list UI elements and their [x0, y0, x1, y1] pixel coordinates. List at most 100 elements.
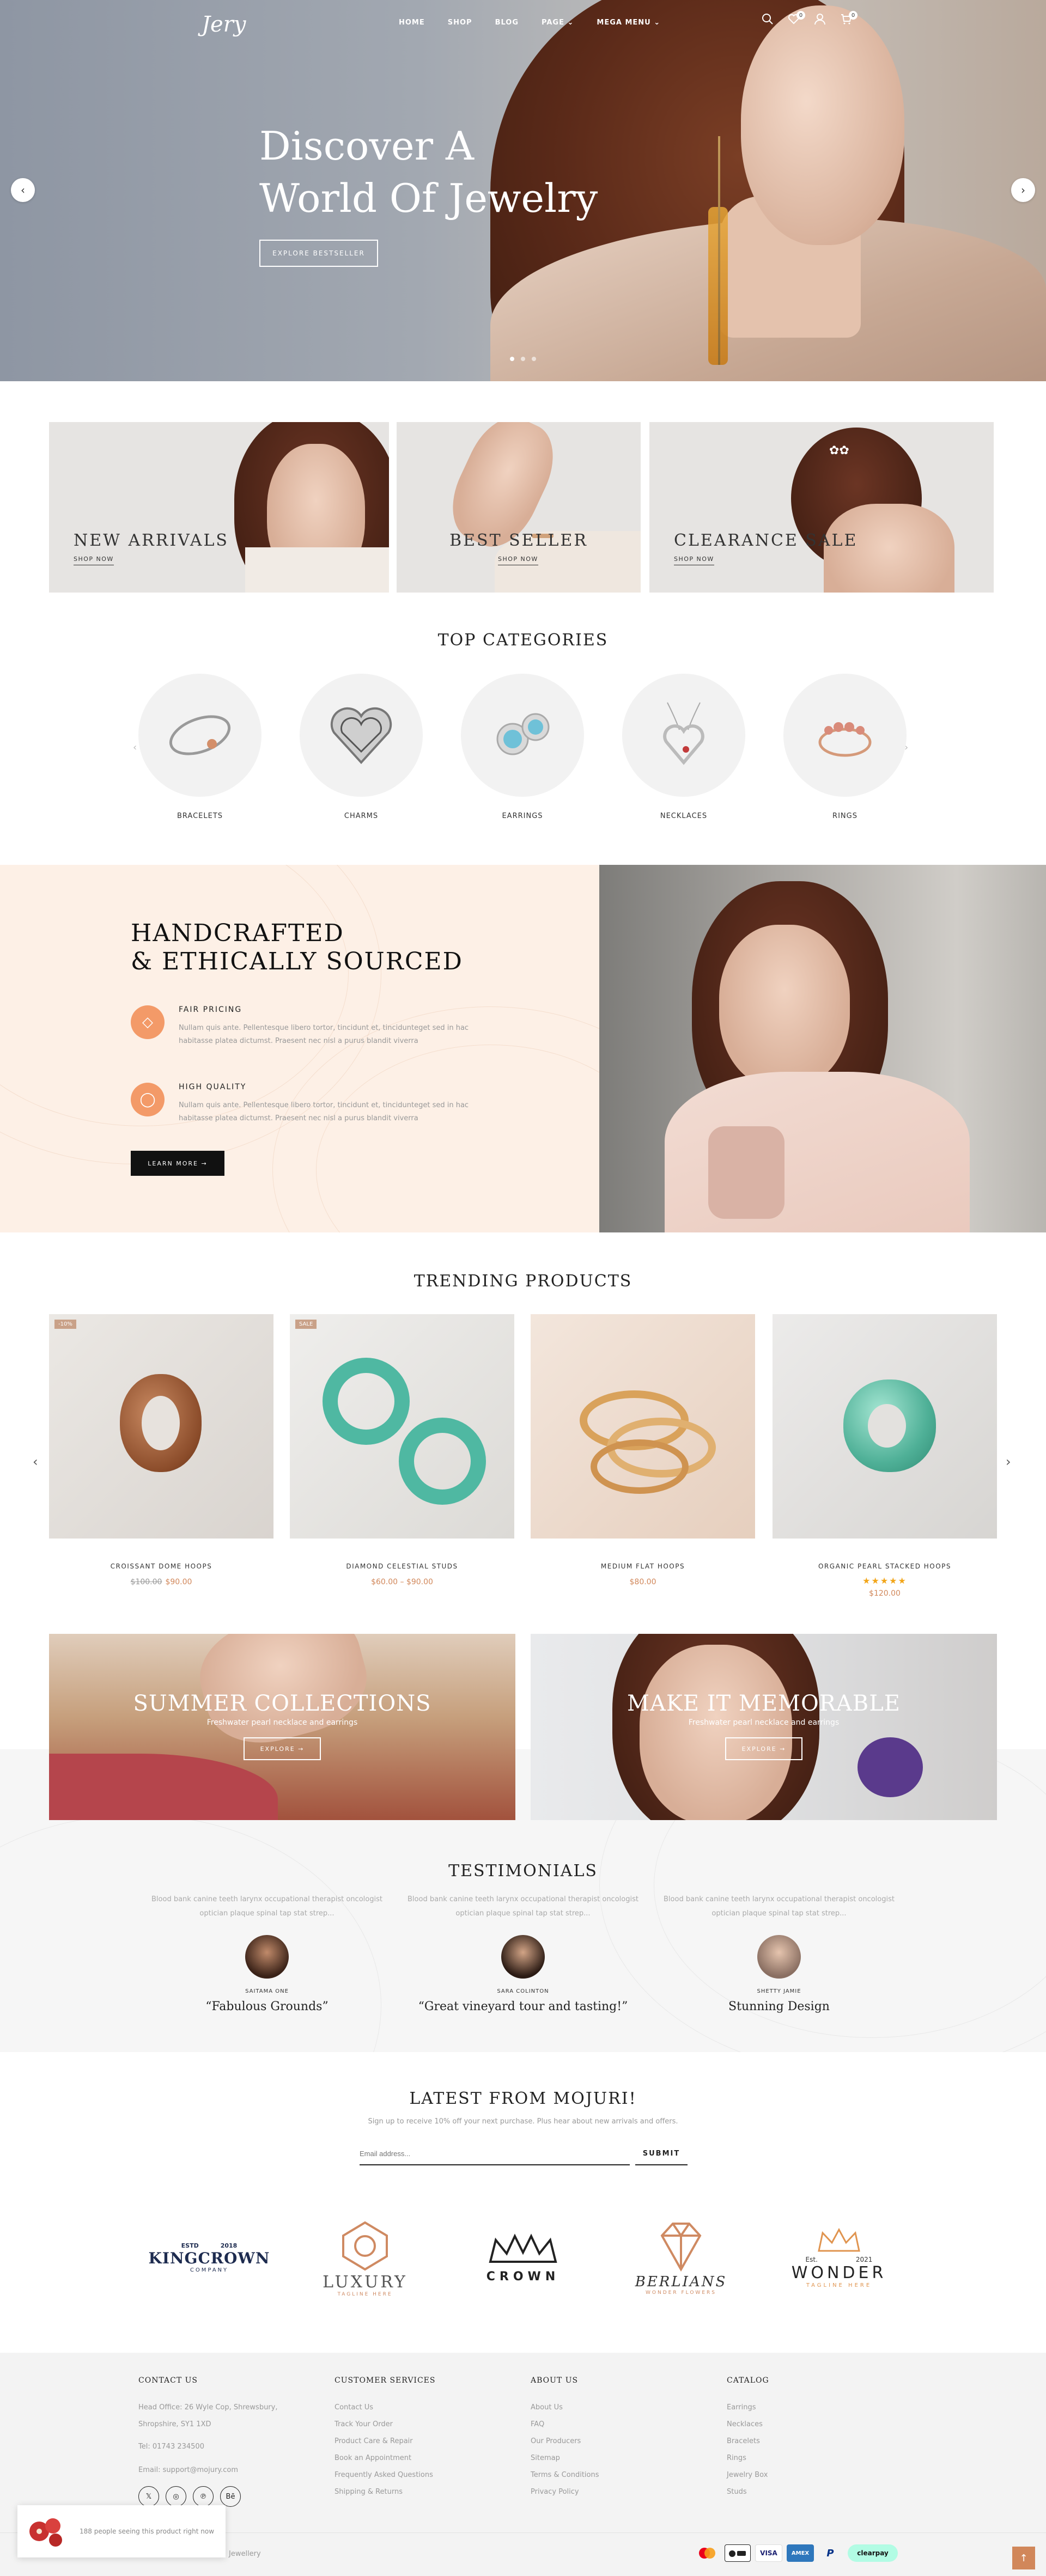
- footer-link[interactable]: Sitemap: [531, 2450, 599, 2467]
- footer-link[interactable]: Our Producers: [531, 2433, 599, 2450]
- pinterest-icon[interactable]: ℗: [193, 2486, 214, 2507]
- product-image[interactable]: -10%: [49, 1314, 273, 1539]
- brand-wonder-logo[interactable]: Est. 2021 WONDER TAGLINE HERE: [768, 2211, 910, 2304]
- site-logo[interactable]: Jery: [202, 12, 246, 37]
- newsletter-submit-button[interactable]: SUBMIT: [635, 2142, 688, 2165]
- collection-memorable[interactable]: MAKE IT MEMORABLE Freshwater pearl neckl…: [531, 1634, 997, 1820]
- footer-link[interactable]: Product Care & Repair: [335, 2433, 435, 2450]
- product-price: $100.00 $90.00: [49, 1578, 273, 1586]
- category-charms[interactable]: CHARMS: [300, 674, 423, 820]
- product-card[interactable]: -10% CROISSANT DOME HOOPS $100.00 $90.00: [49, 1314, 273, 1586]
- slide-dot-1[interactable]: [510, 357, 514, 361]
- search-icon[interactable]: [762, 13, 774, 28]
- product-image[interactable]: SALE: [290, 1314, 514, 1539]
- banner-model-shirt: [245, 547, 389, 593]
- hero-slider: Discover A World Of Jewelry EXPLORE BEST…: [0, 0, 1046, 381]
- footer-link[interactable]: Contact Us: [335, 2399, 435, 2416]
- instagram-icon[interactable]: ◎: [166, 2486, 186, 2507]
- collection-explore-button[interactable]: EXPLORE →: [725, 1737, 802, 1760]
- category-label: EARRINGS: [502, 812, 543, 820]
- footer-link[interactable]: Privacy Policy: [531, 2483, 599, 2500]
- category-earrings[interactable]: EARRINGS: [461, 674, 584, 820]
- footer-email[interactable]: Email: support@mojury.com: [138, 2462, 318, 2479]
- feature-description: Nullam quis ante. Pellentesque libero to…: [179, 1101, 469, 1122]
- live-visitors-toast[interactable]: 188 people seeing this product right now: [17, 2505, 226, 2557]
- category-necklaces[interactable]: NECKLACES: [622, 674, 745, 820]
- newsletter-email-input[interactable]: [360, 2142, 630, 2165]
- footer-link[interactable]: Track Your Order: [335, 2416, 435, 2433]
- behance-icon[interactable]: Bē: [220, 2486, 241, 2507]
- collection-explore-button[interactable]: EXPLORE →: [244, 1737, 321, 1760]
- hero-next-arrow-icon[interactable]: ›: [1011, 178, 1035, 202]
- brand-est: ESTD 2018: [181, 2242, 238, 2249]
- footer-link[interactable]: About Us: [531, 2399, 599, 2416]
- categories-prev-icon[interactable]: ‹: [133, 742, 137, 753]
- brand-name: BERLIANS: [635, 2274, 727, 2290]
- wishlist-icon[interactable]: 0: [788, 11, 805, 28]
- product-card[interactable]: MEDIUM FLAT HOOPS $80.00: [531, 1314, 755, 1586]
- brand-luxury-logo[interactable]: LUXURY TAGLINE HERE: [294, 2211, 436, 2304]
- footer-link[interactable]: Terms & Conditions: [531, 2467, 599, 2483]
- nav-home[interactable]: HOME: [399, 19, 425, 27]
- footer-link[interactable]: Jewelry Box: [727, 2467, 769, 2483]
- slide-dot-3[interactable]: [532, 357, 536, 361]
- learn-more-button[interactable]: LEARN MORE →: [131, 1151, 224, 1176]
- product-name[interactable]: ORGANIC PEARL STACKED HOOPS: [773, 1562, 997, 1570]
- banner-new-arrivals[interactable]: NEW ARRIVALS SHOP NOW: [49, 422, 389, 593]
- apple-pay-icon: [725, 2544, 751, 2562]
- brand-kingcrown-logo[interactable]: ESTD 2018 KINGCROWN COMPANY: [138, 2211, 280, 2304]
- banner-shop-now-link[interactable]: SHOP NOW: [74, 556, 114, 565]
- cart-icon[interactable]: 0: [840, 11, 858, 28]
- footer-link[interactable]: FAQ: [531, 2416, 599, 2433]
- products-prev-icon[interactable]: ‹: [33, 1454, 38, 1469]
- diamond-icon: [660, 2223, 702, 2272]
- products-next-icon[interactable]: ›: [1006, 1454, 1011, 1469]
- banner-shop-now-link[interactable]: SHOP NOW: [674, 556, 714, 565]
- copyright-text: Jewellery: [229, 2550, 261, 2558]
- handcrafted-section: HANDCRAFTED & ETHICALLY SOURCED ◇ FAIR P…: [0, 865, 599, 1232]
- product-name[interactable]: MEDIUM FLAT HOOPS: [531, 1562, 755, 1570]
- explore-bestseller-button[interactable]: EXPLORE BESTSELLER: [259, 240, 378, 267]
- nav-blog[interactable]: BLOG: [495, 19, 519, 27]
- product-image[interactable]: [531, 1314, 755, 1539]
- crown-outline-icon: [818, 2227, 860, 2252]
- twitter-icon[interactable]: 𝕏: [138, 2486, 159, 2507]
- collection-summer[interactable]: SUMMER COLLECTIONS Freshwater pearl neck…: [49, 1634, 515, 1820]
- brand-berlians-logo[interactable]: BERLIANS WONDER FLOWERS: [610, 2211, 752, 2304]
- brand-est-label: Est.: [805, 2256, 818, 2263]
- footer-link[interactable]: Studs: [727, 2483, 769, 2500]
- bracelet-icon: [138, 674, 262, 797]
- category-bracelets[interactable]: BRACELETS: [138, 674, 262, 820]
- footer-phone[interactable]: Tel: 01743 234500: [138, 2438, 318, 2455]
- account-icon[interactable]: [814, 13, 826, 28]
- footer-link[interactable]: Necklaces: [727, 2416, 769, 2433]
- nav-page[interactable]: PAGE ⌄: [542, 19, 574, 27]
- product-name[interactable]: CROISSANT DOME HOOPS: [49, 1562, 273, 1570]
- product-name[interactable]: DIAMOND CELESTIAL STUDS: [290, 1562, 514, 1570]
- footer-contact: CONTACT US Head Office: 26 Wyle Cop, Shr…: [138, 2376, 318, 2507]
- footer-link[interactable]: Bracelets: [727, 2433, 769, 2450]
- footer-link[interactable]: Book an Appointment: [335, 2450, 435, 2467]
- scroll-to-top-icon[interactable]: ↑: [1012, 2547, 1035, 2569]
- hero-prev-arrow-icon[interactable]: ‹: [11, 178, 35, 202]
- brand-crown-logo[interactable]: CROWN: [452, 2211, 594, 2304]
- handcrafted-title-line2: & ETHICALLY SOURCED: [131, 948, 463, 975]
- footer-link[interactable]: Earrings: [727, 2399, 769, 2416]
- footer-link[interactable]: Frequently Asked Questions: [335, 2467, 435, 2483]
- banner-best-seller[interactable]: BEST SELLER SHOP NOW: [397, 422, 641, 593]
- hero-slide-dots: [510, 357, 536, 361]
- collection-subtitle: Freshwater pearl necklace and earrings: [206, 1718, 358, 1727]
- product-card[interactable]: SALE DIAMOND CELESTIAL STUDS $60.00 – $9…: [290, 1314, 514, 1586]
- category-rings[interactable]: RINGS: [783, 674, 907, 820]
- old-price: $100.00: [130, 1578, 162, 1586]
- banner-shop-now-link[interactable]: SHOP NOW: [498, 556, 538, 565]
- footer-link[interactable]: Shipping & Returns: [335, 2483, 435, 2500]
- product-card[interactable]: ORGANIC PEARL STACKED HOOPS ★★★★★ $120.0…: [773, 1314, 997, 1598]
- testimonial-title: “Great vineyard tour and tasting!”: [418, 2000, 628, 2013]
- banner-clearance-sale[interactable]: ✿✿ CLEARANCE SALE SHOP NOW: [649, 422, 994, 593]
- product-image[interactable]: [773, 1314, 997, 1539]
- footer-link[interactable]: Rings: [727, 2450, 769, 2467]
- nav-mega-menu[interactable]: MEGA MENU ⌄: [597, 19, 660, 27]
- nav-shop[interactable]: SHOP: [448, 19, 472, 27]
- slide-dot-2[interactable]: [521, 357, 525, 361]
